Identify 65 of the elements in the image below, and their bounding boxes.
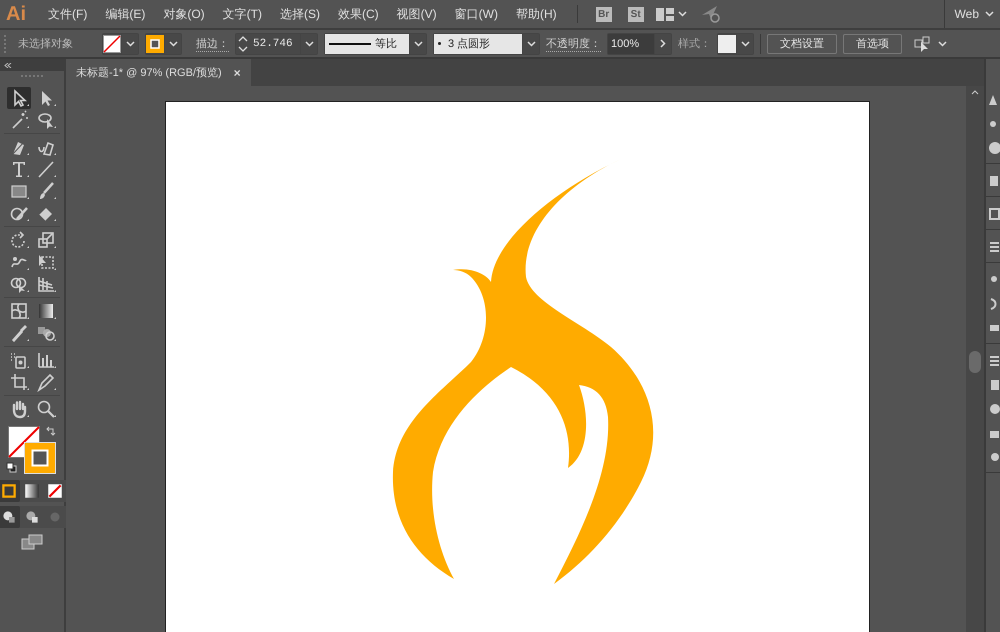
- menu-item[interactable]: 文字(T): [214, 6, 270, 22]
- caret-icon[interactable]: [938, 40, 947, 46]
- stock-button[interactable]: St: [628, 6, 644, 22]
- document-title: 未标题-1* @ 97% (RGB/预览): [76, 66, 222, 80]
- fill-swatch[interactable]: [103, 34, 121, 52]
- caret-icon[interactable]: [526, 40, 536, 46]
- toolbar-button[interactable]: 首选项: [843, 34, 902, 54]
- vertical-scrollbar[interactable]: [966, 86, 984, 632]
- dot-icon: [438, 42, 441, 45]
- stroke-line-icon: [329, 42, 371, 46]
- screen-mode-icon[interactable]: [21, 534, 43, 550]
- stroke-label[interactable]: 描边：: [196, 36, 229, 52]
- stroke-swatch[interactable]: [146, 34, 164, 52]
- layout-icon[interactable]: [656, 8, 674, 20]
- menu-item[interactable]: 选择(S): [272, 6, 328, 22]
- scrollbar-thumb[interactable]: [969, 351, 981, 373]
- style-label: 样式：: [678, 37, 711, 51]
- stepper-icon[interactable]: [236, 34, 250, 54]
- scroll-up-icon[interactable]: [971, 90, 979, 95]
- menu-item[interactable]: 窗口(W): [446, 6, 506, 22]
- menu-item[interactable]: 效果(C): [330, 6, 387, 22]
- panel-icon[interactable]: [988, 354, 1000, 368]
- menu-item[interactable]: 帮助(H): [508, 6, 565, 22]
- caret-icon[interactable]: [126, 40, 134, 46]
- caret-icon[interactable]: [168, 40, 178, 46]
- stroke-weight-field[interactable]: 52.746: [235, 32, 318, 54]
- opacity-label[interactable]: 不透明度：: [546, 36, 601, 52]
- menu-item[interactable]: 文件(F): [40, 6, 96, 22]
- opacity-field[interactable]: 100%: [607, 32, 672, 54]
- panel-icon[interactable]: [988, 141, 1000, 155]
- caret-icon[interactable]: [678, 11, 687, 17]
- close-tab-button[interactable]: ×: [234, 66, 241, 80]
- color-mode-icon[interactable]: [0, 480, 20, 502]
- caret-icon[interactable]: [304, 40, 314, 46]
- panel-icon[interactable]: [988, 207, 1000, 221]
- panel-icon[interactable]: [988, 402, 1000, 416]
- bridge-button[interactable]: Br: [596, 6, 612, 22]
- draw-normal-icon[interactable]: [0, 506, 20, 528]
- workspace-label[interactable]: Web: [954, 7, 979, 21]
- collapse-icon[interactable]: [4, 62, 12, 68]
- caret-icon[interactable]: [985, 11, 994, 17]
- panel-icon[interactable]: [988, 378, 1000, 392]
- panel-icon[interactable]: [988, 240, 1000, 254]
- panel-icon[interactable]: [988, 450, 1000, 464]
- default-colors-icon[interactable]: [6, 462, 17, 473]
- stroke-profile-dropdown[interactable]: 等比: [325, 34, 409, 54]
- chevron-icon[interactable]: [660, 39, 666, 48]
- caret-icon[interactable]: [414, 40, 422, 46]
- selection-tool-icon[interactable]: [6, 87, 30, 109]
- opacity-value: 100%: [608, 34, 654, 54]
- stroke-color-swatch[interactable]: [24, 442, 56, 474]
- menu-item[interactable]: 对象(O): [155, 6, 213, 22]
- menu-item[interactable]: 视图(V): [388, 6, 445, 22]
- panel-icon[interactable]: [988, 174, 1000, 188]
- caret-icon[interactable]: [740, 40, 750, 46]
- swap-icon[interactable]: [46, 426, 56, 436]
- toolbar-button[interactable]: 文档设置: [767, 34, 837, 54]
- style-swatch[interactable]: [718, 34, 736, 52]
- panel-icon[interactable]: [988, 93, 1000, 107]
- selection-status: 未选择对象: [18, 37, 74, 51]
- brush-dropdown[interactable]: 3 点圆形: [434, 34, 522, 54]
- menu-item[interactable]: 编辑(E): [97, 6, 154, 22]
- arrange-icon[interactable]: [914, 36, 932, 52]
- document-tab[interactable]: 未标题-1* @ 97% (RGB/预览) ×: [66, 59, 251, 86]
- app-logo: Ai: [6, 2, 26, 26]
